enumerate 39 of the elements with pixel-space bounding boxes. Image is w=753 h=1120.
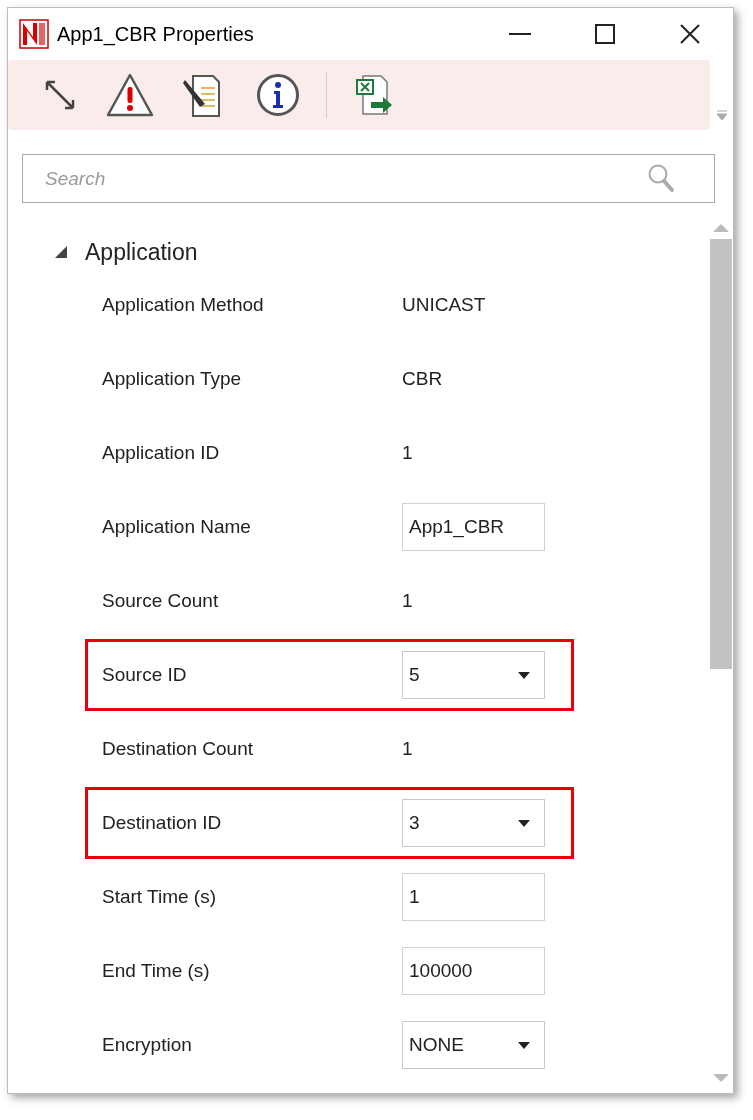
property-value: CBR [402, 366, 443, 391]
property-label: Destination Count [101, 736, 255, 761]
section-header[interactable]: Application [8, 231, 198, 273]
property-label: Application ID [101, 440, 221, 465]
property-label: Start Time (s) [101, 884, 217, 909]
property-label: Source Count [101, 588, 220, 613]
dropdown[interactable]: 3 [402, 799, 545, 847]
minimize-icon [509, 33, 531, 35]
search-field[interactable]: Search [22, 154, 715, 203]
property-value: 1 [402, 440, 413, 465]
property-label: Application Type [101, 366, 243, 391]
property-label: End Time (s) [101, 958, 211, 983]
app-logo-icon [19, 19, 49, 49]
caret-icon [518, 819, 530, 827]
dropdown[interactable]: NONE [402, 1021, 545, 1069]
info-icon [256, 73, 300, 117]
input-field[interactable]: App1_CBR [402, 503, 545, 551]
input-field[interactable]: 100000 [402, 947, 545, 995]
input-field[interactable]: 1 [402, 873, 545, 921]
property-label: Source ID [101, 662, 188, 687]
scrollbar-thumb[interactable] [710, 239, 732, 669]
close-icon [680, 24, 700, 44]
caret-icon [518, 671, 530, 679]
property-value: UNICAST [402, 292, 486, 317]
property-value: 1 [402, 588, 413, 613]
window-title: App1_CBR Properties [57, 22, 254, 48]
property-label: Encryption [101, 1032, 193, 1057]
dropdown[interactable]: 5 [402, 651, 545, 699]
property-label: Application Name [101, 514, 252, 539]
diagonal-arrows-icon [43, 78, 77, 112]
expander-icon [54, 245, 68, 259]
overflow-icon [716, 109, 728, 121]
warning-icon [105, 72, 155, 118]
maximize-icon [595, 24, 615, 44]
property-value: 1 [402, 736, 413, 761]
property-label: Application Method [101, 292, 265, 317]
property-label: Destination ID [101, 810, 223, 835]
search-icon [647, 163, 675, 193]
caret-icon [518, 1041, 530, 1049]
